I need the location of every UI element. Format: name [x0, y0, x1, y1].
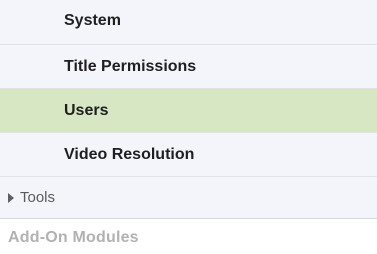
sidebar-item-label: Title Permissions [64, 57, 197, 75]
sidebar-item-label: System [64, 12, 121, 29]
addon-modules-header: Add-On Modules [0, 219, 377, 254]
sidebar-item-video-resolution[interactable]: Video Resolution [0, 133, 377, 177]
sidebar-item-label: Video Resolution [64, 145, 195, 163]
caret-right-icon [8, 193, 14, 203]
sidebar-item-label: Users [64, 101, 109, 119]
sidebar-item-users[interactable]: Users [0, 89, 377, 133]
sidebar-item-system[interactable]: System [0, 0, 377, 45]
sidebar-panel: System Title Permissions Users Video Res… [0, 0, 377, 254]
sidebar-group-label: Tools [20, 189, 56, 206]
sidebar-group-tools[interactable]: Tools [0, 177, 377, 219]
section-header-label: Add-On Modules [8, 229, 139, 246]
sidebar-item-title-permissions[interactable]: Title Permissions [0, 45, 377, 89]
